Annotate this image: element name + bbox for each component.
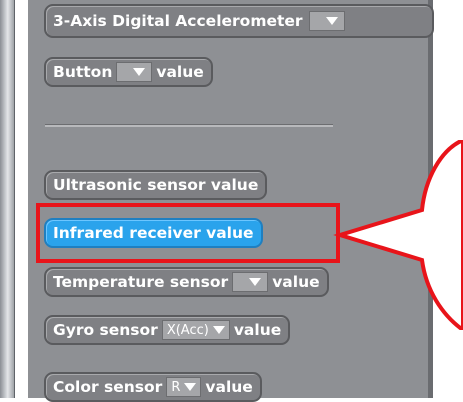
highlight-box [36,203,340,263]
button-block-suffix: value [156,63,204,81]
color-label: Color sensor [53,378,163,396]
dropdown-arrow-icon [249,278,262,286]
button-value-block[interactable]: Button value [44,57,213,87]
temperature-block[interactable]: Temperature sensor value [44,267,329,297]
gyro-suffix: value [233,321,282,339]
temperature-suffix: value [272,273,320,291]
dropdown-arrow-icon [325,17,338,25]
speech-callout-icon [333,140,463,330]
temperature-label: Temperature sensor [53,273,229,291]
accelerometer-block[interactable]: 3-Axis Digital Accelerometer [44,4,434,38]
dropdown-arrow-icon [212,326,225,334]
temperature-dropdown[interactable] [232,272,269,292]
gyro-dropdown-value: X(Acc) [166,322,209,338]
ultrasonic-block[interactable]: Ultrasonic sensor value [44,170,268,200]
palette-divider [45,124,333,127]
color-suffix: value [205,378,253,396]
dropdown-arrow-icon [133,68,146,76]
gyro-dropdown[interactable]: X(Acc) [161,320,230,340]
dropdown-arrow-icon [184,383,197,391]
ultrasonic-label: Ultrasonic sensor value [53,176,259,194]
button-dropdown[interactable] [116,62,153,82]
accelerometer-dropdown[interactable] [308,11,345,31]
gyro-block[interactable]: Gyro sensor X(Acc) value [44,315,291,345]
gyro-label: Gyro sensor [53,321,158,339]
accelerometer-label: 3-Axis Digital Accelerometer [53,12,303,30]
color-dropdown-value: R [171,379,181,395]
window-scrollbar-strip [0,0,15,398]
button-block-label: Button [53,63,113,81]
color-dropdown[interactable]: R [166,377,202,397]
